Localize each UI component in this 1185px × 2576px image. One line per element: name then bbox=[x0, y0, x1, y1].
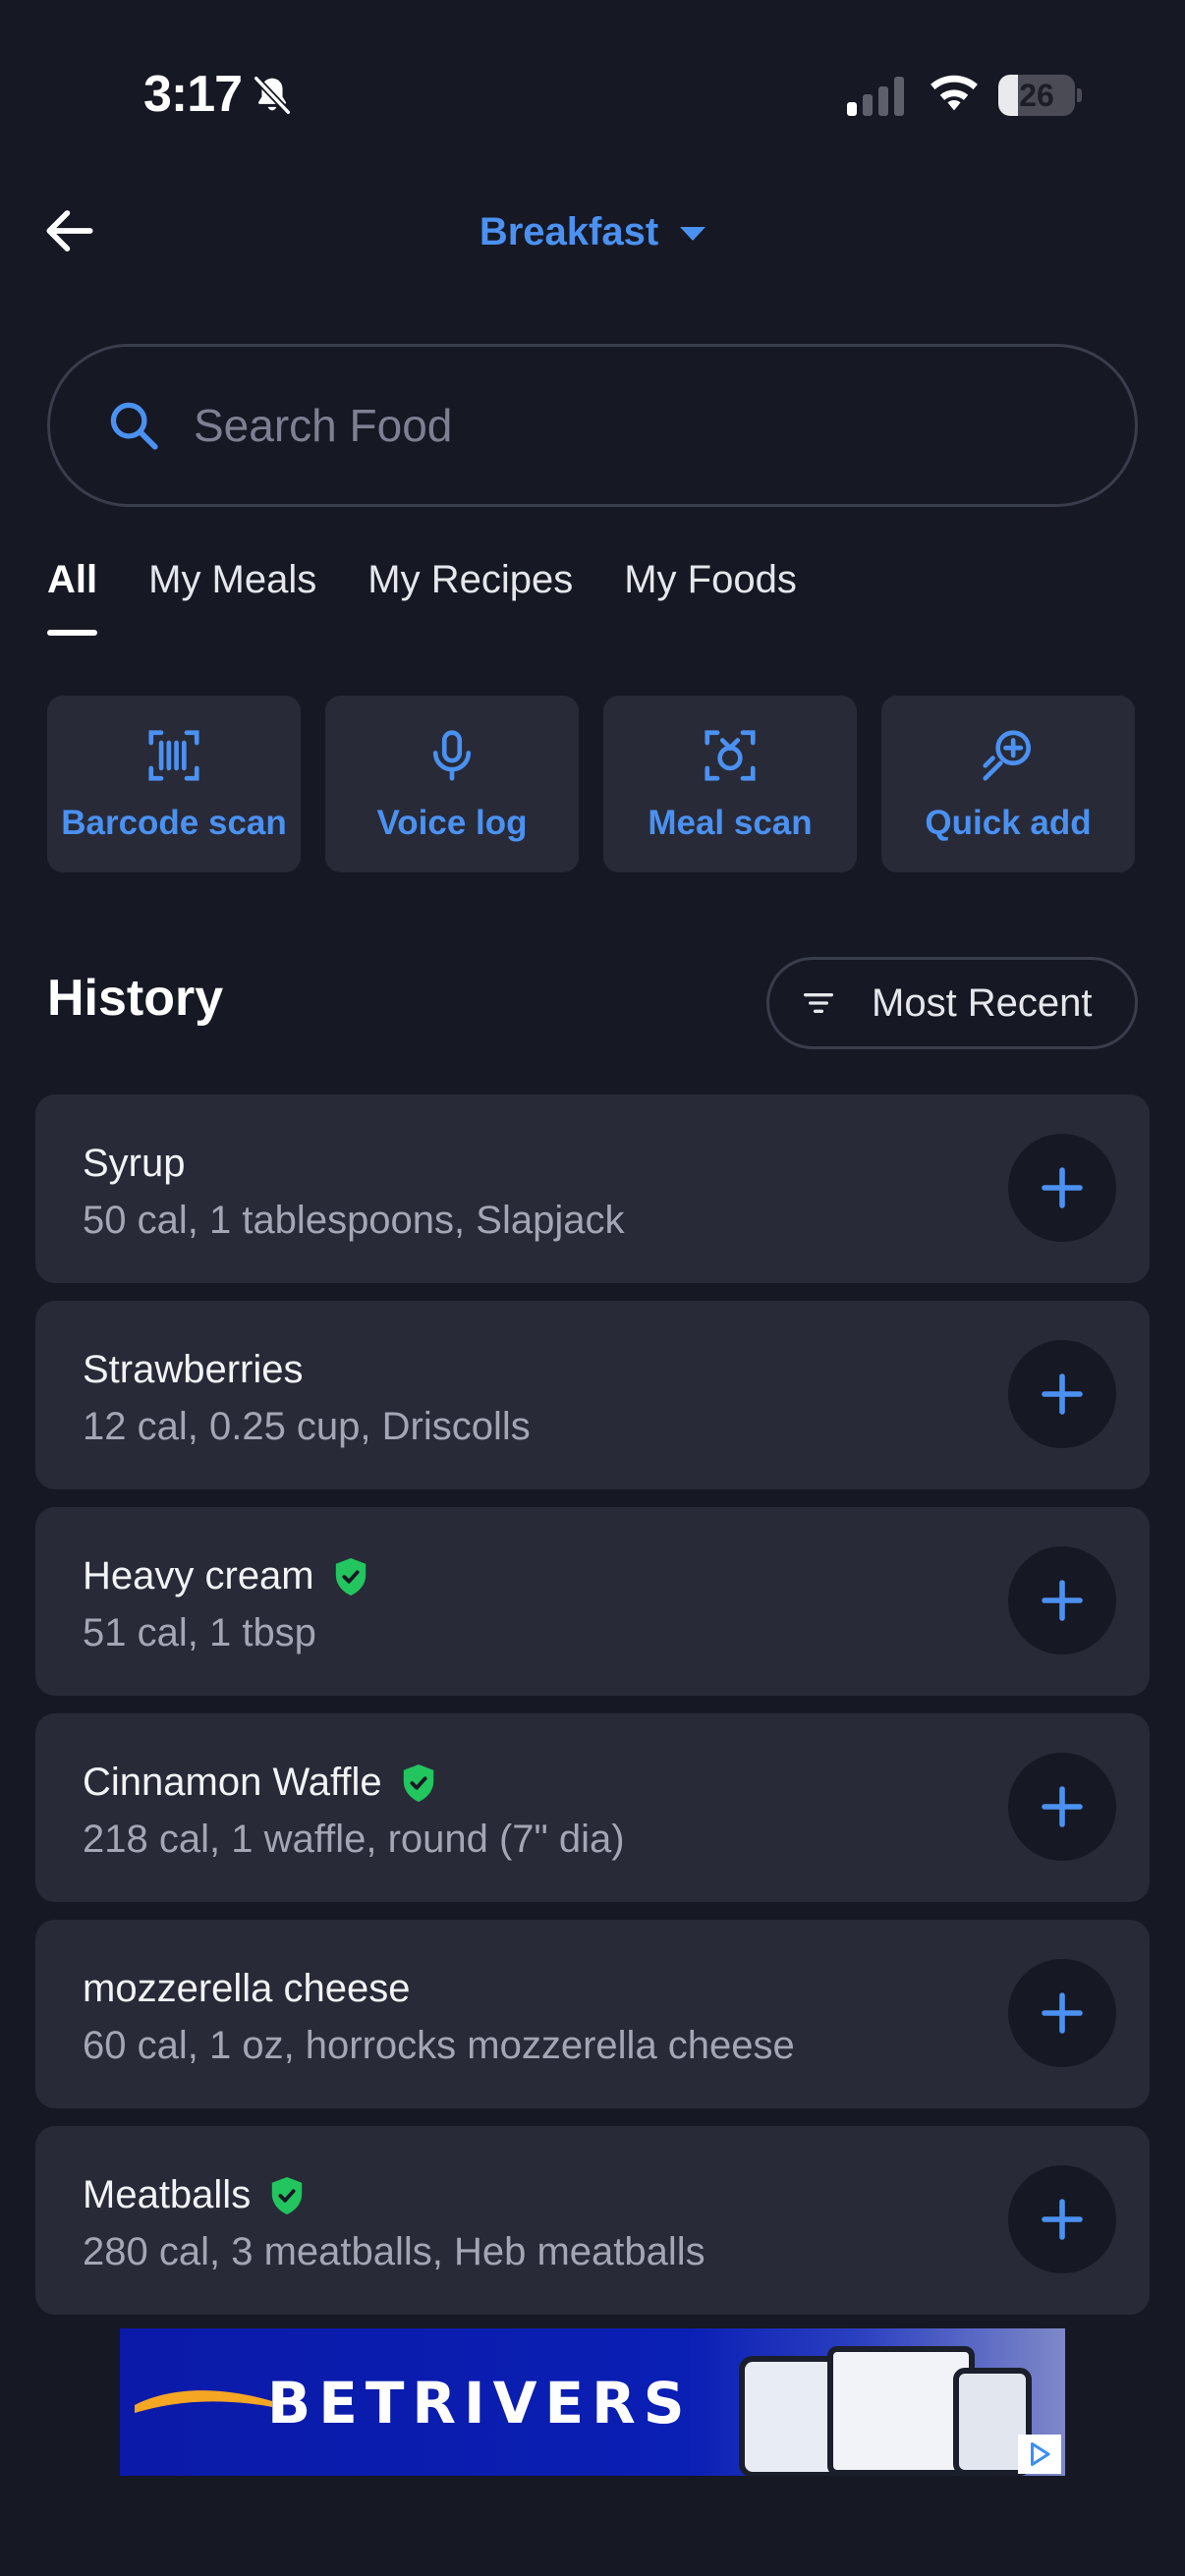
quick-add-icon bbox=[983, 730, 1031, 781]
battery-icon: 26 bbox=[998, 75, 1082, 116]
meal-scan-label: Meal scan bbox=[648, 804, 813, 842]
add-food-button[interactable] bbox=[1008, 1753, 1116, 1861]
history-list: Syrup 50 cal, 1 tablespoons, Slapjack St… bbox=[35, 1094, 1150, 2332]
sort-label: Most Recent bbox=[872, 980, 1093, 1025]
barcode-scan-icon bbox=[148, 730, 199, 781]
history-item[interactable]: Meatballs 280 cal, 3 meatballs, Heb meat… bbox=[35, 2126, 1150, 2315]
brand-swoosh-icon bbox=[135, 2390, 272, 2413]
quick-add-label: Quick add bbox=[925, 804, 1092, 842]
battery-percent: 26 bbox=[1019, 78, 1054, 113]
food-name: Cinnamon Waffle bbox=[83, 1761, 382, 1804]
barcode-scan-button[interactable]: Barcode scan bbox=[47, 696, 301, 872]
add-food-button[interactable] bbox=[1008, 1134, 1116, 1242]
tab-my-meals[interactable]: My Meals bbox=[148, 558, 316, 636]
verified-shield-icon bbox=[403, 1764, 433, 1802]
history-item[interactable]: Syrup 50 cal, 1 tablespoons, Slapjack bbox=[35, 1094, 1150, 1283]
food-name: Meatballs bbox=[83, 2173, 252, 2216]
bell-slash-icon bbox=[254, 76, 291, 115]
tab-bar: All My Meals My Recipes My Foods bbox=[47, 558, 797, 636]
barcode-scan-label: Barcode scan bbox=[61, 804, 287, 842]
adchoices-icon[interactable] bbox=[1018, 2435, 1061, 2474]
history-item[interactable]: Cinnamon Waffle 218 cal, 1 waffle, round… bbox=[35, 1713, 1150, 1902]
tab-my-foods[interactable]: My Foods bbox=[624, 558, 797, 636]
verified-shield-icon bbox=[272, 2176, 303, 2214]
ad-brand: BETRIVERS bbox=[267, 2370, 693, 2436]
food-detail: 50 cal, 1 tablespoons, Slapjack bbox=[83, 1199, 625, 1242]
food-detail: 218 cal, 1 waffle, round (7" dia) bbox=[83, 1818, 625, 1861]
history-title: History bbox=[47, 970, 224, 1027]
plus-icon bbox=[1042, 2199, 1083, 2240]
plus-icon bbox=[1042, 1580, 1083, 1621]
search-input[interactable] bbox=[194, 399, 1078, 452]
food-detail: 60 cal, 1 oz, horrocks mozzerella cheese bbox=[83, 2024, 795, 2067]
food-name: mozzerella cheese bbox=[83, 1967, 411, 2010]
plus-icon bbox=[1042, 1992, 1083, 2034]
food-name: Strawberries bbox=[83, 1348, 304, 1391]
caret-down-icon bbox=[680, 227, 706, 241]
voice-log-label: Voice log bbox=[376, 804, 528, 842]
history-item[interactable]: Strawberries 12 cal, 0.25 cup, Driscolls bbox=[35, 1301, 1150, 1489]
cellular-signal-icon bbox=[847, 77, 904, 116]
history-item[interactable]: Heavy cream 51 cal, 1 tbsp bbox=[35, 1507, 1150, 1696]
food-detail: 51 cal, 1 tbsp bbox=[83, 1611, 316, 1654]
add-food-button[interactable] bbox=[1008, 1340, 1116, 1448]
search-icon bbox=[110, 402, 158, 450]
plus-icon bbox=[1042, 1167, 1083, 1208]
ad-banner[interactable]: BETRIVERS bbox=[120, 2328, 1065, 2476]
meal-selector[interactable]: Breakfast bbox=[0, 196, 1185, 267]
food-detail: 12 cal, 0.25 cup, Driscolls bbox=[83, 1405, 531, 1448]
search-bar[interactable] bbox=[47, 344, 1138, 507]
tab-all[interactable]: All bbox=[47, 558, 98, 636]
plus-icon bbox=[1042, 1373, 1083, 1415]
meal-scan-button[interactable]: Meal scan bbox=[603, 696, 857, 872]
add-food-button[interactable] bbox=[1008, 2165, 1116, 2273]
filter-icon bbox=[804, 993, 833, 1013]
status-time: 3:17 bbox=[143, 66, 243, 123]
quick-actions: Barcode scan Voice log Meal scan Quick a… bbox=[47, 696, 1138, 872]
camera-scan-icon bbox=[705, 730, 756, 781]
add-food-button[interactable] bbox=[1008, 1546, 1116, 1654]
add-food-button[interactable] bbox=[1008, 1959, 1116, 2067]
microphone-icon bbox=[432, 730, 472, 781]
sort-button[interactable]: Most Recent bbox=[766, 957, 1138, 1049]
wifi-icon bbox=[931, 75, 978, 111]
history-item[interactable]: mozzerella cheese 60 cal, 1 oz, horrocks… bbox=[35, 1920, 1150, 2108]
food-name: Heavy cream bbox=[83, 1554, 314, 1597]
voice-log-button[interactable]: Voice log bbox=[325, 696, 579, 872]
verified-shield-icon bbox=[335, 1557, 366, 1596]
food-name: Syrup bbox=[83, 1142, 186, 1185]
plus-icon bbox=[1042, 1786, 1083, 1827]
quick-add-button[interactable]: Quick add bbox=[881, 696, 1135, 872]
food-detail: 280 cal, 3 meatballs, Heb meatballs bbox=[83, 2230, 705, 2273]
meal-selector-label: Breakfast bbox=[479, 209, 659, 253]
tab-my-recipes[interactable]: My Recipes bbox=[367, 558, 573, 636]
